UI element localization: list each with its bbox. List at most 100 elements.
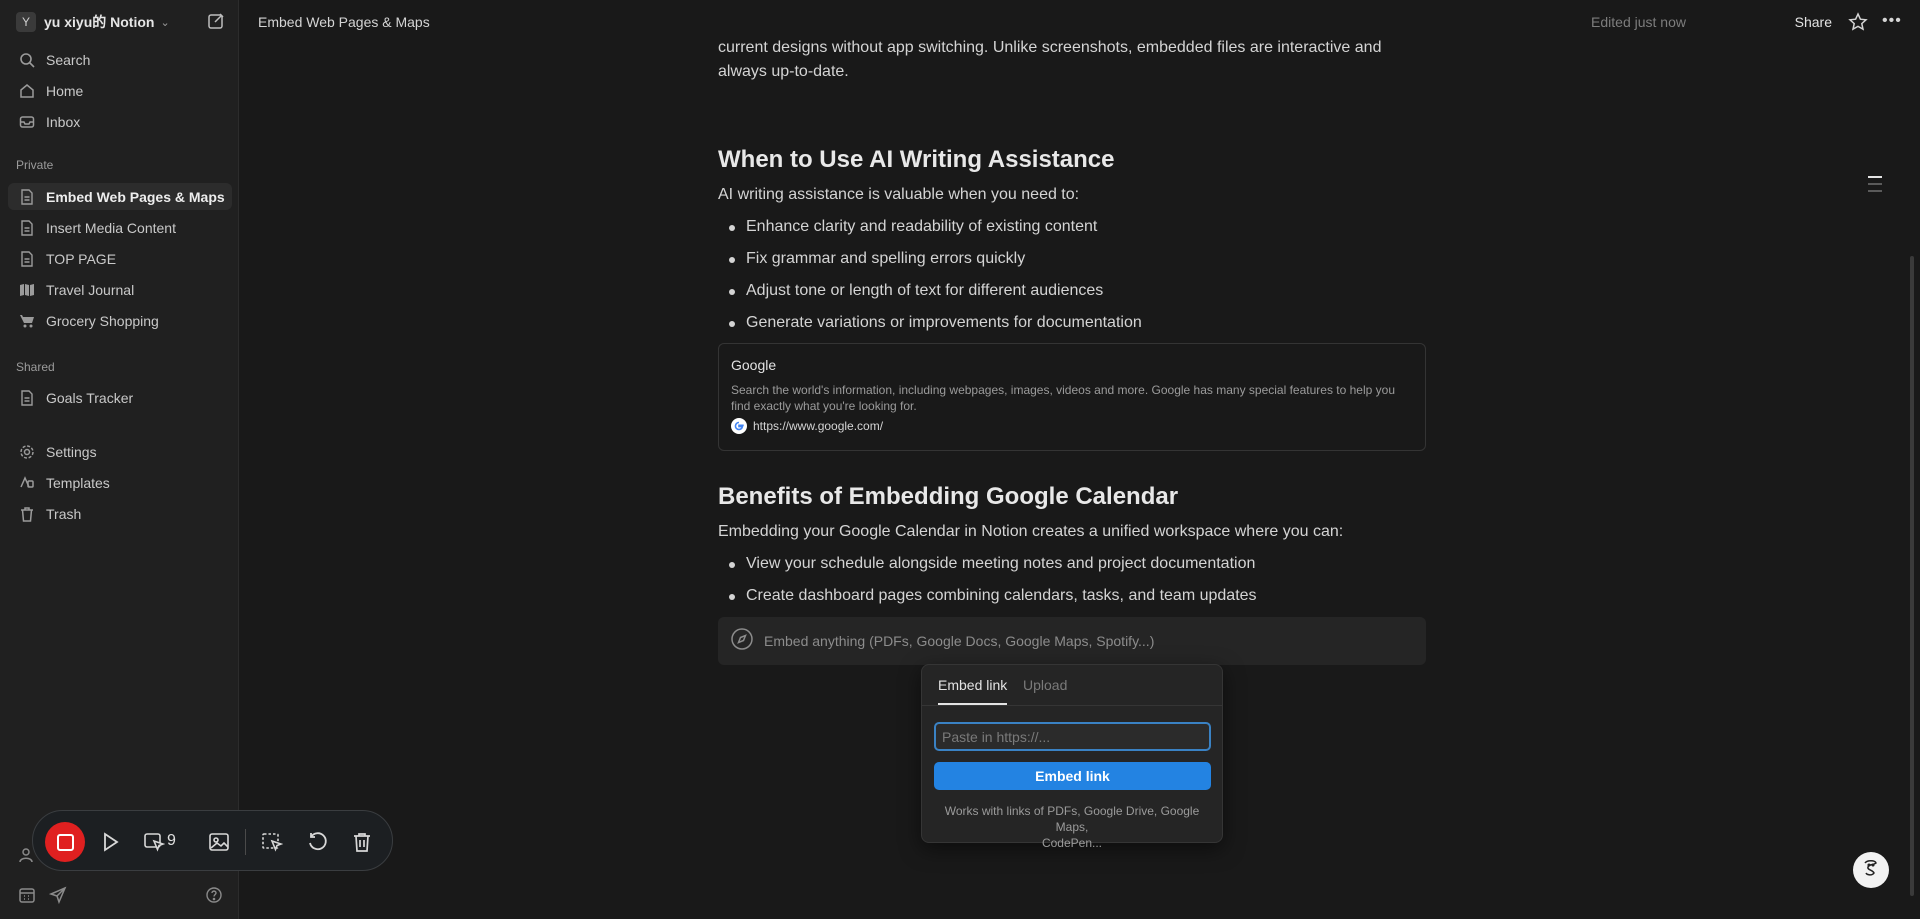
toc-line bbox=[1868, 190, 1882, 192]
calendar-icon[interactable] bbox=[18, 886, 36, 904]
page-icon bbox=[18, 188, 36, 206]
cart-icon bbox=[18, 312, 36, 330]
compass-icon bbox=[730, 627, 754, 656]
intro-paragraph[interactable]: current designs without app switching. U… bbox=[718, 36, 1426, 84]
toc-line bbox=[1868, 176, 1882, 178]
stop-icon bbox=[56, 833, 74, 851]
sidebar-item-templates[interactable]: Templates bbox=[8, 469, 232, 496]
sidebar-item-label: Goals Tracker bbox=[46, 389, 134, 406]
cursor-steps-icon[interactable] bbox=[143, 831, 166, 853]
tab-upload[interactable]: Upload bbox=[1023, 677, 1067, 703]
tab-embed-link[interactable]: Embed link bbox=[938, 677, 1008, 705]
calendar-lead-paragraph[interactable]: Embedding your Google Calendar in Notion… bbox=[718, 520, 1426, 544]
web-bookmark-google[interactable]: Google Search the world's information, i… bbox=[718, 343, 1426, 451]
ai-bullet-list: Enhance clarity and readability of exist… bbox=[718, 215, 1426, 343]
help-icon[interactable] bbox=[205, 886, 223, 904]
page-icon bbox=[18, 250, 36, 268]
sidebar-item-travel-journal[interactable]: Travel Journal bbox=[8, 276, 232, 303]
home-icon bbox=[18, 82, 36, 100]
toc-line bbox=[1868, 183, 1882, 185]
table-of-contents-indicator[interactable] bbox=[1868, 176, 1886, 197]
sidebar-item-settings[interactable]: Settings bbox=[8, 438, 232, 465]
breadcrumb[interactable]: Embed Web Pages & Maps bbox=[258, 14, 430, 30]
list-item[interactable]: Fix grammar and spelling errors quickly bbox=[718, 247, 1426, 279]
sidebar-item-insert-media[interactable]: Insert Media Content bbox=[8, 214, 232, 241]
bookmark-description: Search the world's information, includin… bbox=[731, 383, 1395, 413]
trash-icon[interactable] bbox=[351, 831, 373, 853]
send-icon[interactable] bbox=[48, 886, 67, 905]
ai-face-icon bbox=[1860, 857, 1882, 884]
share-button[interactable]: Share bbox=[1795, 14, 1832, 30]
google-icon bbox=[731, 418, 747, 434]
sidebar-item-label: Search bbox=[46, 51, 91, 68]
bookmark-title: Google bbox=[731, 357, 777, 373]
sidebar-item-label: Home bbox=[46, 82, 84, 99]
stop-recording-button[interactable] bbox=[45, 822, 85, 862]
trash-icon bbox=[18, 505, 36, 523]
sidebar-item-trash[interactable]: Trash bbox=[8, 500, 232, 527]
sidebar-item-goals-tracker[interactable]: Goals Tracker bbox=[8, 384, 232, 411]
bookmark-url-text: https://www.google.com/ bbox=[753, 419, 884, 433]
sidebar-item-top-page[interactable]: TOP PAGE bbox=[8, 245, 232, 272]
sidebar-item-label: Inbox bbox=[46, 113, 81, 130]
sidebar-item-label: Templates bbox=[46, 474, 110, 491]
heading-ai-writing[interactable]: When to Use AI Writing Assistance bbox=[718, 146, 1115, 174]
scrollbar[interactable] bbox=[1910, 256, 1914, 896]
sidebar-item-label: TOP PAGE bbox=[46, 250, 117, 267]
new-page-icon[interactable] bbox=[206, 11, 226, 31]
sidebar-item-label: Travel Journal bbox=[46, 281, 135, 298]
search-icon bbox=[18, 51, 36, 69]
page-icon bbox=[18, 219, 36, 237]
embed-block[interactable]: Embed anything (PDFs, Google Docs, Googl… bbox=[718, 617, 1426, 665]
toolbar-divider bbox=[245, 829, 246, 855]
edited-status: Edited just now bbox=[1591, 14, 1686, 30]
templates-icon bbox=[18, 474, 36, 492]
list-item[interactable]: Create dashboard pages combining calenda… bbox=[718, 584, 1426, 616]
embed-placeholder: Embed anything (PDFs, Google Docs, Googl… bbox=[764, 633, 1155, 649]
section-shared: Shared bbox=[16, 360, 55, 374]
sidebar-item-inbox[interactable]: Inbox bbox=[8, 108, 232, 135]
workspace-switcher[interactable]: Y yu xiyu的 Notion ⌄ bbox=[16, 12, 170, 32]
sidebar-item-label: Embed Web Pages & Maps bbox=[46, 188, 225, 205]
sidebar-item-label: Trash bbox=[46, 505, 82, 522]
list-item[interactable]: View your schedule alongside meeting not… bbox=[718, 552, 1426, 584]
sidebar-item-search[interactable]: Search bbox=[8, 46, 232, 73]
heading-google-calendar[interactable]: Benefits of Embedding Google Calendar bbox=[718, 483, 1178, 511]
ai-lead-paragraph[interactable]: AI writing assistance is valuable when y… bbox=[718, 183, 1426, 207]
select-region-icon[interactable] bbox=[261, 831, 284, 853]
help-line: Works with links of PDFs, Google Drive, … bbox=[944, 804, 1200, 834]
step-count: 9 bbox=[167, 832, 176, 849]
workspace-avatar: Y bbox=[16, 12, 36, 32]
sidebar-item-grocery-shopping[interactable]: Grocery Shopping bbox=[8, 307, 232, 334]
popover-tabs: Embed link Upload bbox=[922, 665, 1222, 706]
image-icon[interactable] bbox=[208, 831, 230, 853]
list-item[interactable]: Adjust tone or length of text for differ… bbox=[718, 279, 1426, 311]
map-icon bbox=[18, 281, 36, 299]
section-private: Private bbox=[16, 158, 54, 172]
undo-icon[interactable] bbox=[306, 831, 328, 853]
help-line: CodePen... bbox=[1041, 836, 1103, 850]
embed-url-input[interactable] bbox=[934, 722, 1211, 751]
bookmark-url: https://www.google.com/ bbox=[731, 418, 1413, 434]
sidebar-item-label: Settings bbox=[46, 443, 97, 460]
embed-popover: Embed link Upload Embed link Works with … bbox=[921, 664, 1223, 850]
chevron-down-icon: ⌄ bbox=[160, 16, 170, 29]
sidebar: Y yu xiyu的 Notion ⌄ Search Home Inbox Pr… bbox=[0, 0, 239, 919]
star-icon[interactable] bbox=[1848, 12, 1868, 32]
recording-toolbar: 9 bbox=[32, 810, 393, 871]
page-icon bbox=[18, 389, 36, 407]
embed-help-text: Works with links of PDFs, Google Drive, … bbox=[922, 803, 1222, 851]
gear-icon bbox=[18, 443, 36, 461]
inbox-icon bbox=[18, 113, 36, 131]
list-item[interactable]: Enhance clarity and readability of exist… bbox=[718, 215, 1426, 247]
calendar-bullet-list: View your schedule alongside meeting not… bbox=[718, 552, 1426, 616]
sidebar-item-label: Grocery Shopping bbox=[46, 312, 159, 329]
list-item[interactable]: Generate variations or improvements for … bbox=[718, 311, 1426, 343]
ai-assistant-button[interactable] bbox=[1853, 852, 1889, 888]
sidebar-item-embed-web-pages[interactable]: Embed Web Pages & Maps bbox=[8, 183, 232, 210]
play-icon[interactable] bbox=[99, 831, 121, 853]
intro-line: always up-to-date. bbox=[718, 63, 849, 80]
more-options-icon[interactable]: ••• bbox=[1882, 12, 1904, 32]
sidebar-item-home[interactable]: Home bbox=[8, 77, 232, 104]
embed-link-button[interactable]: Embed link bbox=[934, 762, 1211, 790]
